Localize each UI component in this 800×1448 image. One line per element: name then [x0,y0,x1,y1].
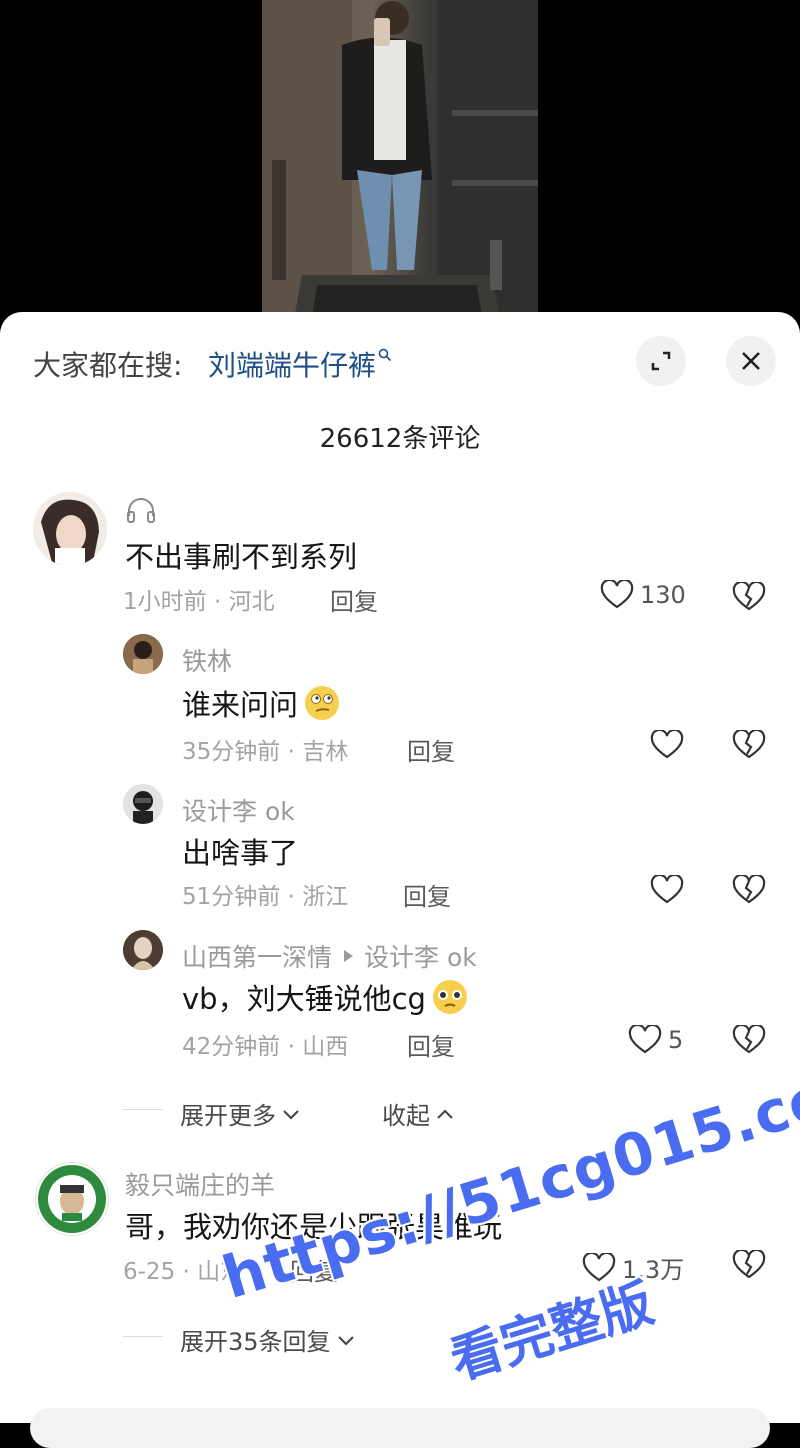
like-button[interactable]: 130 [600,580,686,610]
reply-author[interactable]: 设计李 ok [182,792,295,828]
video-frame-image [262,0,538,330]
broken-heart-icon[interactable] [732,730,766,760]
reply-meta: 42分钟前 · 山西 [182,1034,349,1060]
reply-to-author[interactable]: 设计李 ok [364,938,477,974]
reply-text: vb，刘大锤说他cg [182,982,426,1016]
heart-icon [600,580,634,609]
collapse-label: 收起 [382,1102,430,1130]
avatar[interactable] [123,930,163,970]
expand-replies-button[interactable]: 展开35条回复 [180,1322,357,1357]
reply-text: 谁来问问 [182,688,299,722]
reply-button[interactable]: 回复 [407,1027,455,1062]
search-prefix: 大家都在搜: [33,349,183,382]
reply-button[interactable]: 回复 [407,732,455,767]
reply-author-row: 山西第一深情 设计李 ok [182,938,477,974]
reply-meta: 35分钟前 · 吉林 [182,739,349,765]
reply-text-row: 谁来问问 [182,682,342,724]
expand-icon [651,351,671,371]
reply-text: 出啥事了 [182,836,299,870]
comment-count: 26612条评论 [319,424,481,454]
like-count: 5 [668,1026,684,1054]
comment-sheet: 大家都在搜: 刘端端牛仔裤 26612条评论 不出事刷不到系列 1小时前 · 河… [0,312,800,1448]
comment-meta: 1小时前 · 河北 [123,589,275,615]
heart-icon[interactable] [650,875,684,905]
broken-heart-icon[interactable] [732,1025,766,1055]
comment-input-bar[interactable] [30,1408,770,1448]
avatar[interactable] [123,634,163,674]
avatar[interactable] [123,784,163,824]
reply-meta: 51分钟前 · 浙江 [182,884,349,910]
divider [123,1336,163,1337]
collapse-button[interactable]: 收起 [382,1096,456,1131]
chevron-down-icon [283,1109,299,1120]
comment-text: 不出事刷不到系列 [125,540,358,574]
close-icon [742,352,760,370]
watermark-url: https://51cg015.com [215,1044,800,1313]
heart-icon [628,1025,662,1054]
avatar[interactable] [33,492,107,566]
expand-more-button[interactable]: 展开更多 [180,1096,302,1131]
heart-icon[interactable] [650,730,684,760]
reply-button[interactable]: 回复 [403,877,451,912]
reply-button[interactable]: 回复 [330,582,378,617]
chevron-up-icon [437,1108,453,1119]
reply-author[interactable]: 铁林 [182,642,232,678]
video-player[interactable] [0,0,800,330]
expand-button[interactable] [636,336,686,386]
broken-heart-icon[interactable] [732,1250,766,1280]
video-frame [262,0,538,330]
watermark-slogan: 看完整版 [443,1273,661,1392]
reply-author[interactable]: 山西第一深情 [182,938,332,974]
broken-heart-icon[interactable] [732,875,766,905]
comment-author[interactable]: 毅只端庄的羊 [125,1166,275,1202]
reply-text-row: vb，刘大锤说他cg [182,976,470,1018]
pleading-emoji-icon [432,980,467,1014]
like-count: 130 [640,581,686,609]
avatar[interactable] [35,1162,109,1236]
thinking-emoji-icon [305,686,340,720]
search-term: 刘端端牛仔裤 [208,349,377,382]
chevron-down-icon [337,1335,354,1346]
expand-more-label: 展开更多 [180,1102,276,1130]
broken-heart-icon[interactable] [732,582,766,612]
divider [123,1109,163,1110]
search-icon [378,348,392,362]
play-right-icon [344,950,354,962]
close-button[interactable] [726,336,776,386]
like-button[interactable]: 5 [628,1025,683,1055]
search-suggestion[interactable]: 刘端端牛仔裤 [208,344,392,384]
expand-replies-label: 展开35条回复 [180,1328,331,1356]
headphones-icon [127,498,155,523]
